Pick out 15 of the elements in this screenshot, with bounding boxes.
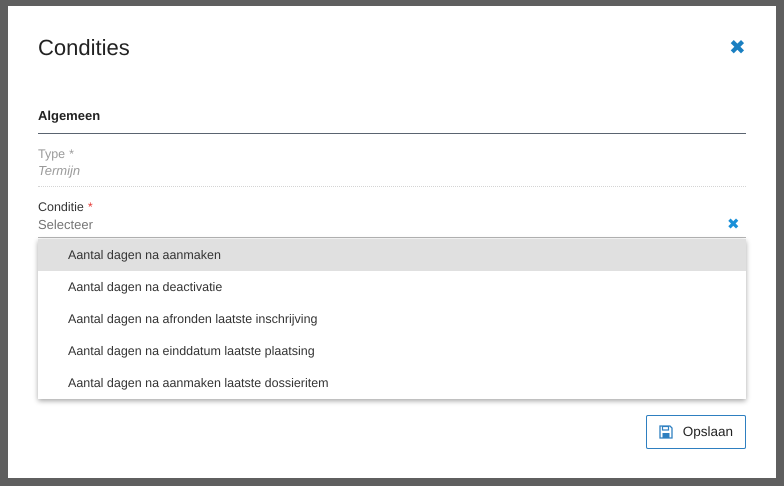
dropdown-option[interactable]: Aantal dagen na afronden laatste inschrijving [38, 303, 746, 335]
section-title: Algemeen [38, 98, 746, 134]
dropdown-option[interactable]: Aantal dagen na deactivatie [38, 271, 746, 303]
close-button[interactable]: ✖ [729, 38, 746, 58]
dropdown-option[interactable]: Aantal dagen na einddatum laatste plaatsing [38, 335, 746, 367]
dropdown-option[interactable]: Aantal dagen na aanmaken [38, 239, 746, 271]
field-label: Conditie [38, 198, 84, 214]
field-label: Type [38, 146, 66, 162]
dialog-title: Condities [38, 34, 130, 62]
save-button[interactable]: Opslaan [646, 415, 746, 449]
dropdown-option[interactable]: Aantal dagen na aanmaken laatste dossieritem [38, 367, 746, 399]
required-mark: * [88, 198, 93, 214]
field-value: Termijn [38, 162, 82, 180]
select-field[interactable]: Selecteer [38, 214, 727, 234]
required-mark: * [69, 146, 74, 162]
